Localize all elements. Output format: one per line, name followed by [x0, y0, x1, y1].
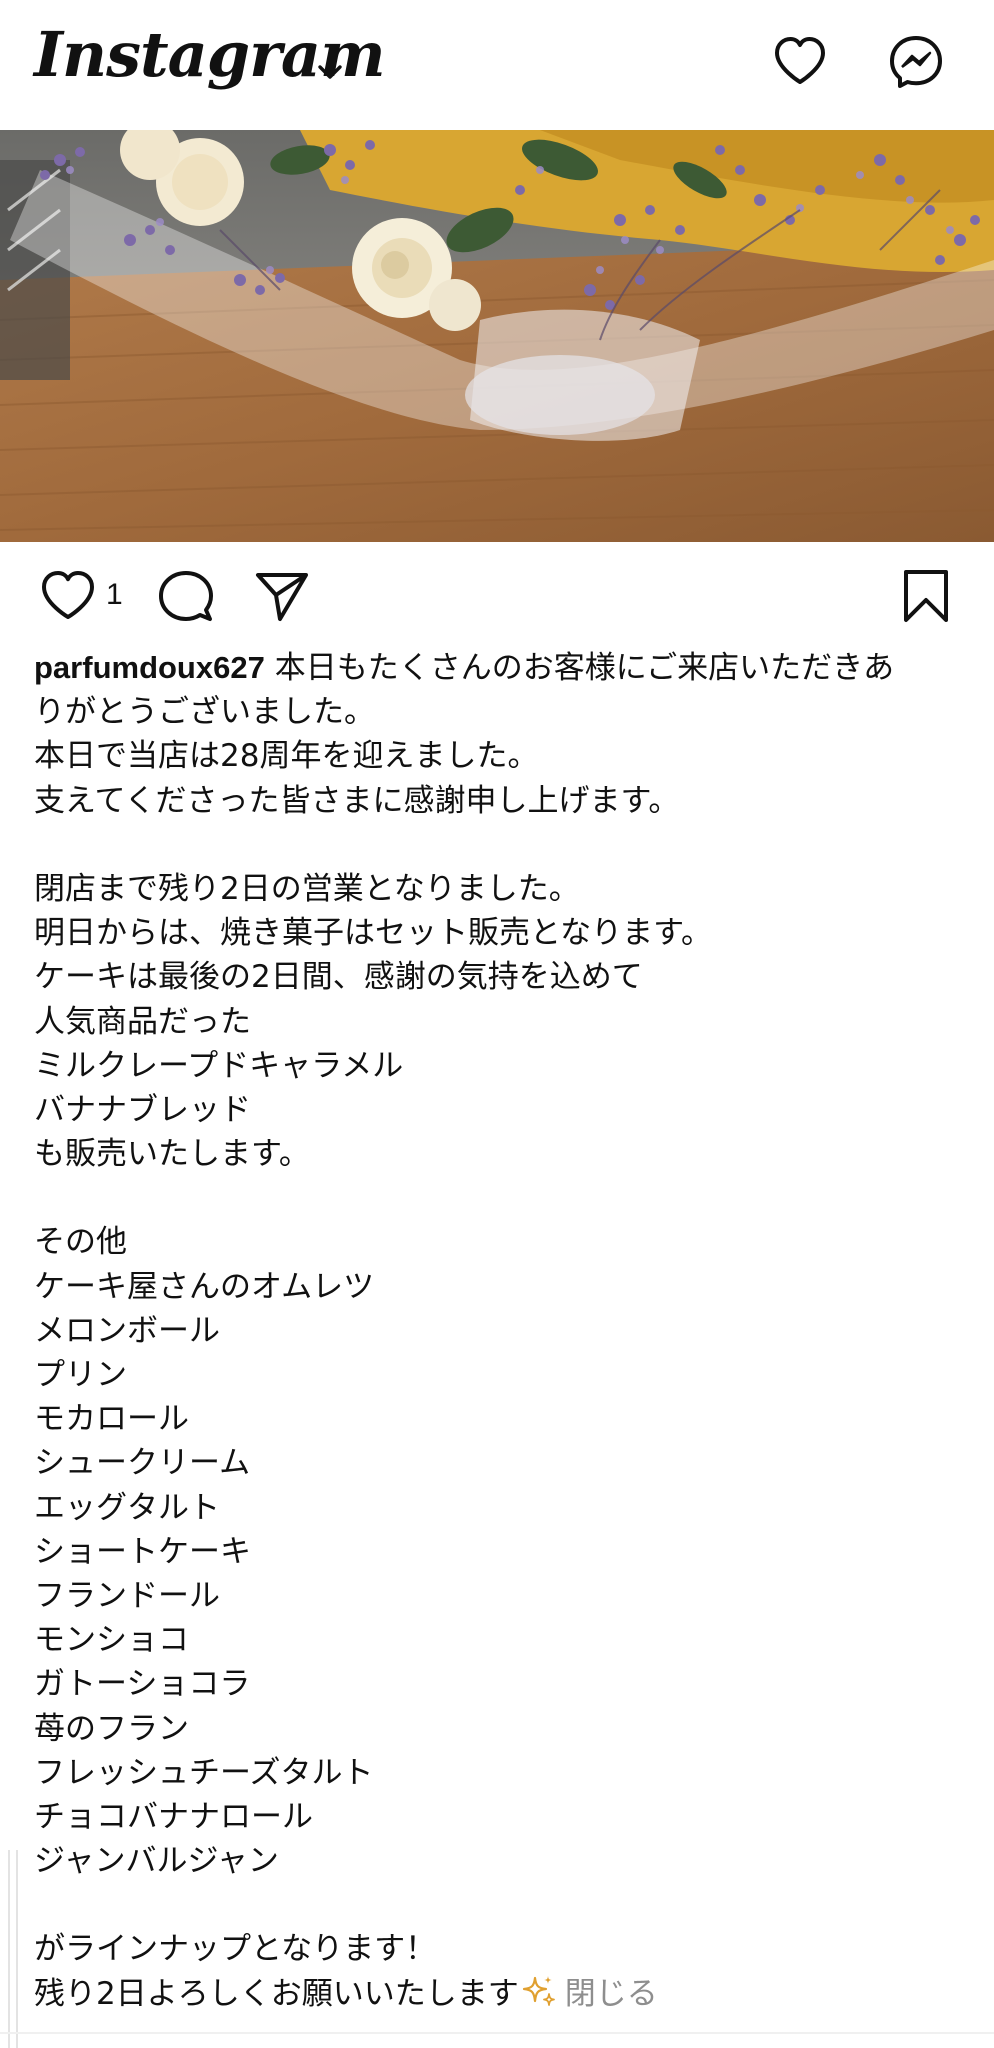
heart-outline-icon[interactable]: [38, 566, 98, 626]
caption-line: モンショコ: [34, 1622, 189, 1659]
caption-line: エッグタルト: [34, 1489, 220, 1526]
like-count[interactable]: 1: [106, 578, 123, 612]
caption-line: メロンボール: [34, 1312, 220, 1349]
caption-line: 苺のフラン: [34, 1710, 189, 1747]
post-photo[interactable]: [0, 130, 994, 542]
caption-text: 残り2日よろしくお願いいたします: [34, 1975, 519, 2012]
caption-line: ミルクレープドキャラメル: [34, 1047, 404, 1084]
caption-line: ガトーショコラ: [34, 1666, 251, 1703]
caption-last-line: 残り2日よろしくお願いいたします 閉じる: [34, 1972, 964, 2016]
caption-line: ケーキは最後の2日間、感謝の気持を込めて: [34, 959, 643, 996]
bouquet-photo: [0, 130, 994, 542]
caption-line: ジャンバルジャン: [34, 1843, 279, 1880]
scroll-indicator: [8, 1850, 18, 2048]
caption-line: バナナブレッド: [34, 1091, 251, 1128]
caption-line: ショートケーキ: [34, 1533, 251, 1570]
post-action-bar: 1: [0, 560, 994, 630]
caption-line: がラインナップとなります！: [34, 1931, 437, 1968]
caption-line: 明日からは、焼き菓子はセット販売となります。: [34, 915, 712, 952]
bookmark-icon[interactable]: [896, 566, 956, 626]
caption-line: 本日で当店は28周年を迎えました。: [34, 738, 539, 775]
caption-line: 人気商品だった: [34, 1003, 251, 1040]
caption-first-line: parfumdoux627 本日もたくさんのお客様にご来店いただきあ: [34, 646, 964, 690]
caption-close-link[interactable]: 閉じる: [565, 1976, 658, 2012]
top-app-bar: Instagram: [0, 0, 994, 130]
heart-outline-icon[interactable]: [770, 32, 830, 92]
post-username[interactable]: parfumdoux627: [34, 650, 265, 685]
comment-bubble-icon[interactable]: [156, 566, 216, 626]
caption-line: 支えてくださった皆さまに感謝申し上げます。: [34, 782, 680, 819]
post-caption: parfumdoux627 本日もたくさんのお客様にご来店いただきあ りがとうご…: [34, 646, 964, 2016]
caption-line: チョコバナナロール: [34, 1798, 313, 1835]
caption-line: プリン: [34, 1357, 127, 1393]
caption-line: も販売いたします。: [34, 1136, 310, 1173]
chevron-down-icon[interactable]: [312, 58, 348, 86]
messenger-icon[interactable]: [886, 32, 946, 92]
caption-line: ケーキ屋さんのオムレツ: [34, 1268, 375, 1305]
caption-line: その他: [34, 1224, 127, 1261]
caption-line: モカロール: [34, 1401, 189, 1438]
caption-text: 本日もたくさんのお客様にご来店いただきあ: [264, 650, 895, 686]
sparkles-icon: [522, 1975, 555, 2006]
caption-line: シュークリーム: [34, 1445, 251, 1482]
caption-line: 閉店まで残り2日の営業となりました。: [34, 870, 580, 907]
divider: [0, 2032, 994, 2034]
caption-line: フランドール: [34, 1577, 220, 1614]
caption-line: フレッシュチーズタルト: [34, 1754, 374, 1791]
caption-line: りがとうございました。: [34, 694, 375, 731]
paper-plane-icon[interactable]: [252, 566, 312, 626]
